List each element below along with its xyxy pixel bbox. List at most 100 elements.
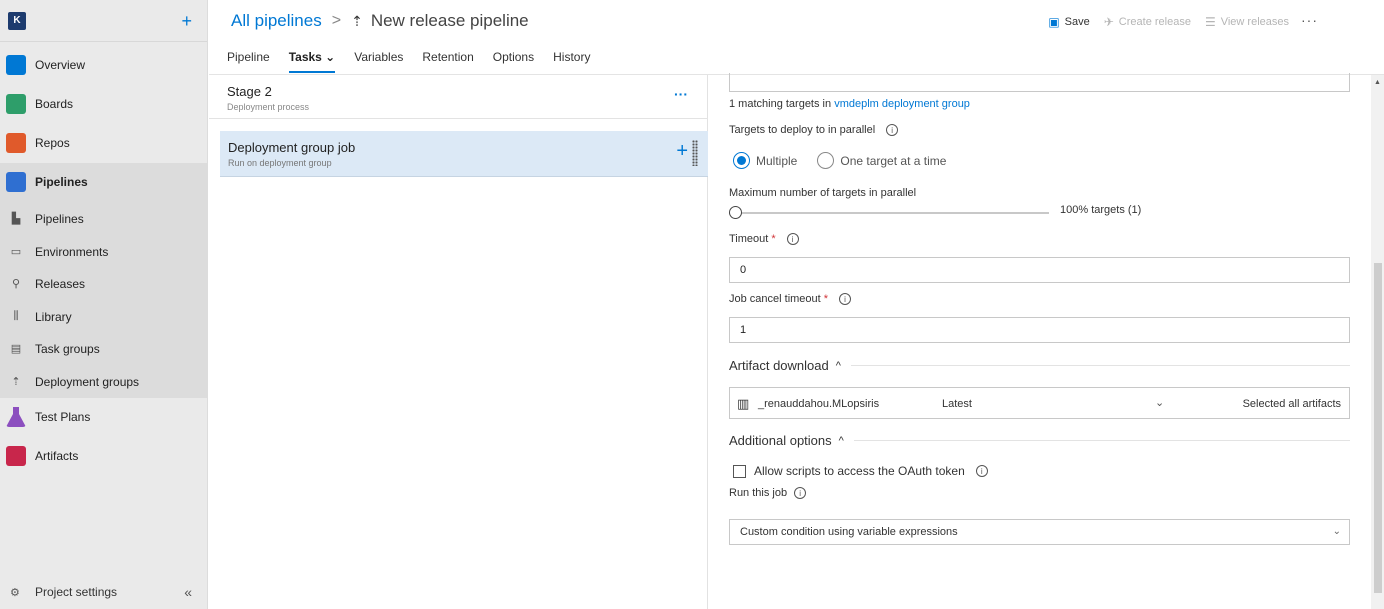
oauth-checkbox[interactable]: [733, 464, 746, 478]
chevron-up-icon: ^: [838, 434, 844, 447]
sidebar-item-label: Test Plans: [35, 410, 91, 424]
sidebar-item-label: Task groups: [35, 341, 100, 356]
sidebar-item-pipelines[interactable]: Pipelines: [0, 163, 208, 201]
pipelines-sub-icon: ▙: [11, 213, 21, 225]
radio-multiple[interactable]: Multiple: [733, 152, 797, 169]
artifact-name: _renauddahou.MLopsiris: [758, 398, 880, 410]
oauth-checkbox-row[interactable]: Allow scripts to access the OAuth token …: [733, 464, 988, 478]
sidebar-subitem-releases[interactable]: ⚲ Releases: [0, 267, 208, 300]
max-targets-slider[interactable]: [729, 206, 1049, 220]
slider-value: 100% targets (1): [1060, 204, 1142, 216]
breadcrumb-all-pipelines[interactable]: All pipelines: [231, 11, 322, 31]
header: All pipelines > ⇡ New release pipeline ▣…: [209, 0, 1384, 42]
gear-icon: ⚙: [10, 586, 20, 599]
create-release-button[interactable]: ✈ Create release: [1104, 15, 1191, 29]
sidebar-item-test-plans[interactable]: Test Plans: [0, 398, 208, 436]
oauth-label: Allow scripts to access the OAuth token: [754, 464, 965, 478]
more-actions-icon[interactable]: ···: [1301, 12, 1318, 28]
scrollbar[interactable]: ▲: [1371, 75, 1384, 609]
rocket-icon: ✈: [1103, 15, 1114, 29]
timeout-label: Timeout * i: [729, 233, 799, 245]
create-release-label: Create release: [1118, 16, 1191, 28]
radio-multiple-label: Multiple: [756, 153, 798, 168]
job-subtitle: Run on deployment group: [228, 158, 332, 168]
job-cancel-timeout-input[interactable]: 1: [729, 317, 1350, 343]
tab-tasks[interactable]: Tasks ⌄: [288, 50, 336, 73]
stage-more-icon[interactable]: ···: [674, 86, 688, 102]
sidebar-item-label: Deployment groups: [35, 374, 140, 389]
drag-handle-icon[interactable]: [692, 140, 698, 166]
add-task-icon[interactable]: +: [676, 140, 688, 163]
pipeline-tabs: Pipeline Tasks ⌄ Variables Retention Opt…: [227, 50, 609, 73]
slider-knob[interactable]: [729, 206, 742, 219]
list-icon: ☰: [1204, 15, 1216, 29]
sidebar-subitem-task-groups[interactable]: ▤ Task groups: [0, 332, 208, 365]
plus-icon[interactable]: +: [181, 12, 192, 30]
tab-variables[interactable]: Variables: [354, 50, 403, 73]
info-icon[interactable]: i: [975, 465, 988, 477]
run-condition-select[interactable]: Custom condition using variable expressi…: [729, 519, 1350, 545]
breadcrumb-separator: >: [331, 12, 342, 29]
required-mark: *: [771, 233, 776, 245]
sidebar: K + Overview Boards Repos Pipelines ▙ Pi…: [0, 0, 208, 609]
timeout-input[interactable]: 0: [729, 257, 1350, 283]
pipeline-name[interactable]: New release pipeline: [371, 11, 529, 31]
job-settings-panel: 1 matching targets in vmdeplm deployment…: [709, 73, 1371, 609]
tab-history[interactable]: History: [553, 50, 590, 73]
sidebar-item-label: Environments: [35, 244, 109, 259]
deployment-group-link[interactable]: vmdeplm deployment group: [834, 98, 970, 110]
additional-options-section[interactable]: Additional options ^: [729, 433, 1350, 448]
run-label-text: Run this job: [729, 487, 788, 499]
sidebar-item-repos[interactable]: Repos: [0, 124, 208, 162]
header-actions: ▣ Save ✈ Create release ☰ View releases: [1034, 15, 1289, 29]
info-icon[interactable]: i: [794, 487, 807, 499]
sidebar-subitem-environments[interactable]: ▭ Environments: [0, 235, 208, 268]
info-icon[interactable]: i: [839, 293, 851, 305]
chevron-down-icon[interactable]: ⌄: [1155, 396, 1164, 409]
overview-icon: [6, 55, 26, 75]
timeout-label-text: Timeout: [729, 233, 769, 245]
section-divider: [853, 440, 1350, 441]
sidebar-subitem-deployment-groups[interactable]: ⇡ Deployment groups: [0, 365, 208, 398]
sidebar-item-boards[interactable]: Boards: [0, 85, 208, 123]
sidebar-item-label: Boards: [35, 97, 74, 111]
sidebar-subitem-pipelines[interactable]: ▙ Pipelines: [0, 202, 208, 235]
scroll-up-arrow-icon[interactable]: ▲: [1374, 79, 1381, 86]
scrollbar-thumb[interactable]: [1374, 263, 1382, 593]
artifact-row[interactable]: ▥ _renauddahou.MLopsiris Latest ⌄ Select…: [729, 387, 1350, 419]
chevron-up-icon: ^: [835, 359, 841, 372]
sidebar-item-label: Artifacts: [35, 449, 79, 463]
tab-retention[interactable]: Retention: [422, 50, 473, 73]
section-divider: [850, 365, 1350, 366]
chevron-down-icon: ⌄: [1332, 526, 1341, 537]
deployment-group-job[interactable]: Deployment group job Run on deployment g…: [220, 131, 708, 177]
project-settings[interactable]: ⚙ Project settings «: [0, 575, 208, 609]
additional-options-title: Additional options: [729, 433, 832, 448]
job-cancel-timeout-label: Job cancel timeout * i: [729, 293, 851, 305]
artifact-download-section[interactable]: Artifact download ^: [729, 358, 1350, 373]
run-condition-value: Custom condition using variable expressi…: [740, 526, 958, 538]
releases-icon: ⚲: [11, 278, 21, 290]
collapse-sidebar-icon[interactable]: «: [184, 584, 192, 600]
stage-header[interactable]: Stage 2 Deployment process ···: [209, 75, 708, 119]
view-releases-button[interactable]: ☰ View releases: [1205, 15, 1289, 29]
save-button[interactable]: ▣ Save: [1048, 15, 1089, 29]
info-icon[interactable]: i: [786, 233, 799, 245]
deployment-group-field[interactable]: [729, 73, 1350, 92]
sidebar-item-label: Library: [35, 309, 72, 324]
release-pipeline-icon: ⇡: [351, 12, 363, 29]
deployment-groups-icon: ⇡: [11, 376, 21, 388]
required-mark: *: [823, 293, 828, 305]
artifact-selection[interactable]: Selected all artifacts: [1243, 398, 1341, 410]
sidebar-subitem-library[interactable]: ⫼ Library: [0, 300, 208, 333]
tab-options[interactable]: Options: [493, 50, 534, 73]
info-icon[interactable]: i: [886, 124, 899, 136]
tab-pipeline[interactable]: Pipeline: [227, 50, 270, 73]
radio-unselected-icon: [817, 152, 835, 169]
organization-avatar[interactable]: K: [8, 11, 26, 30]
library-icon: ⫼: [13, 310, 19, 322]
radio-one-target[interactable]: One target at a time: [817, 152, 946, 169]
sidebar-item-artifacts[interactable]: Artifacts: [0, 437, 208, 475]
sidebar-item-overview[interactable]: Overview: [0, 46, 208, 84]
boards-icon: [6, 94, 26, 114]
